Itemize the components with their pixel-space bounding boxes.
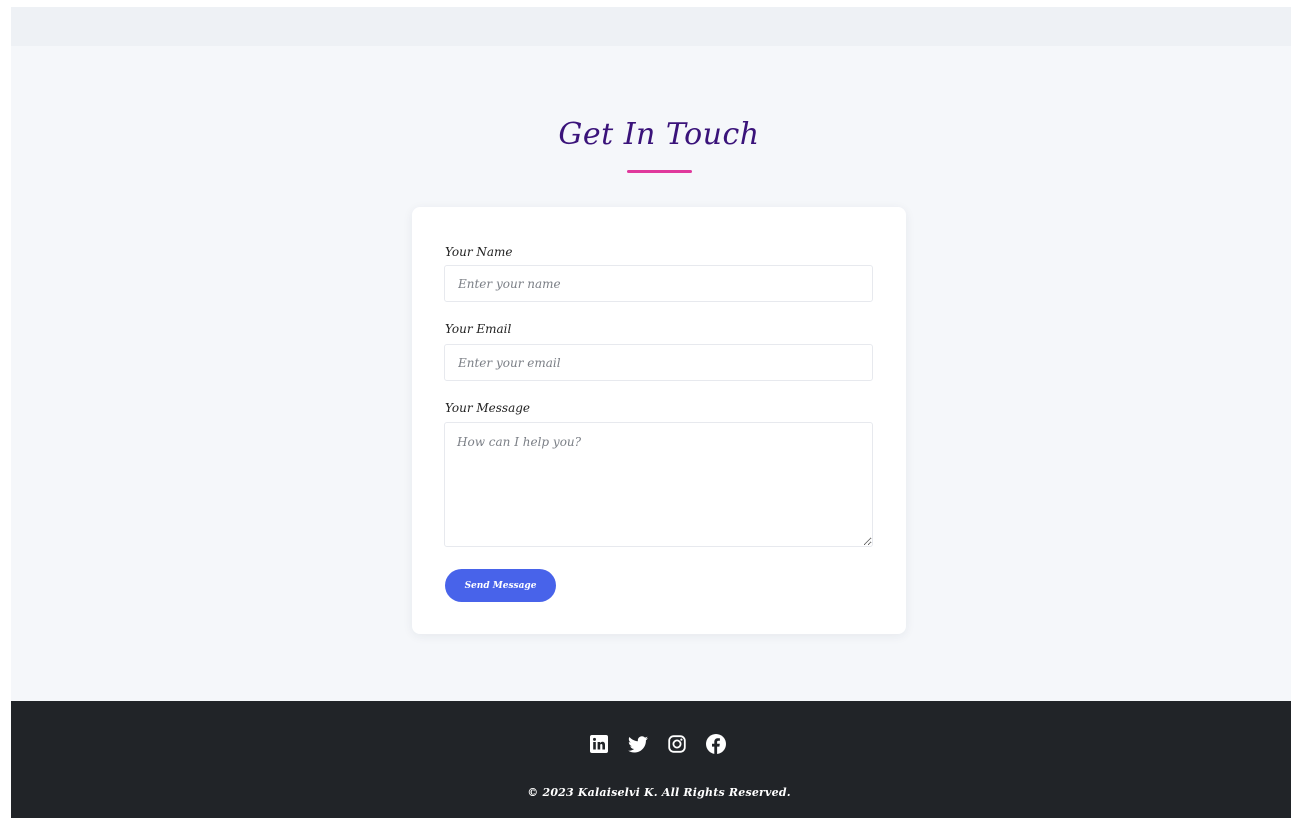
send-message-button[interactable]: Send Message xyxy=(445,569,556,602)
linkedin-icon[interactable] xyxy=(589,734,609,754)
top-navbar xyxy=(11,7,1291,46)
instagram-icon[interactable] xyxy=(667,734,687,754)
facebook-icon[interactable] xyxy=(706,734,726,754)
email-input[interactable] xyxy=(444,344,873,381)
title-underline xyxy=(627,170,692,173)
footer: © 2023 Kalaiselvi K. All Rights Reserved… xyxy=(11,701,1291,818)
social-links xyxy=(589,733,726,755)
email-label: Your Email xyxy=(445,322,512,336)
contact-form: Your Name Your Email Your Message Send M… xyxy=(412,207,906,634)
message-label: Your Message xyxy=(445,401,531,415)
page-title: Get In Touch xyxy=(558,117,760,152)
name-label: Your Name xyxy=(445,245,513,259)
name-input[interactable] xyxy=(444,265,873,302)
twitter-icon[interactable] xyxy=(628,734,648,754)
message-textarea[interactable] xyxy=(444,422,873,547)
copyright-text: © 2023 Kalaiselvi K. All Rights Reserved… xyxy=(527,786,791,799)
page: Get In Touch Your Name Your Email Your M… xyxy=(11,7,1291,818)
